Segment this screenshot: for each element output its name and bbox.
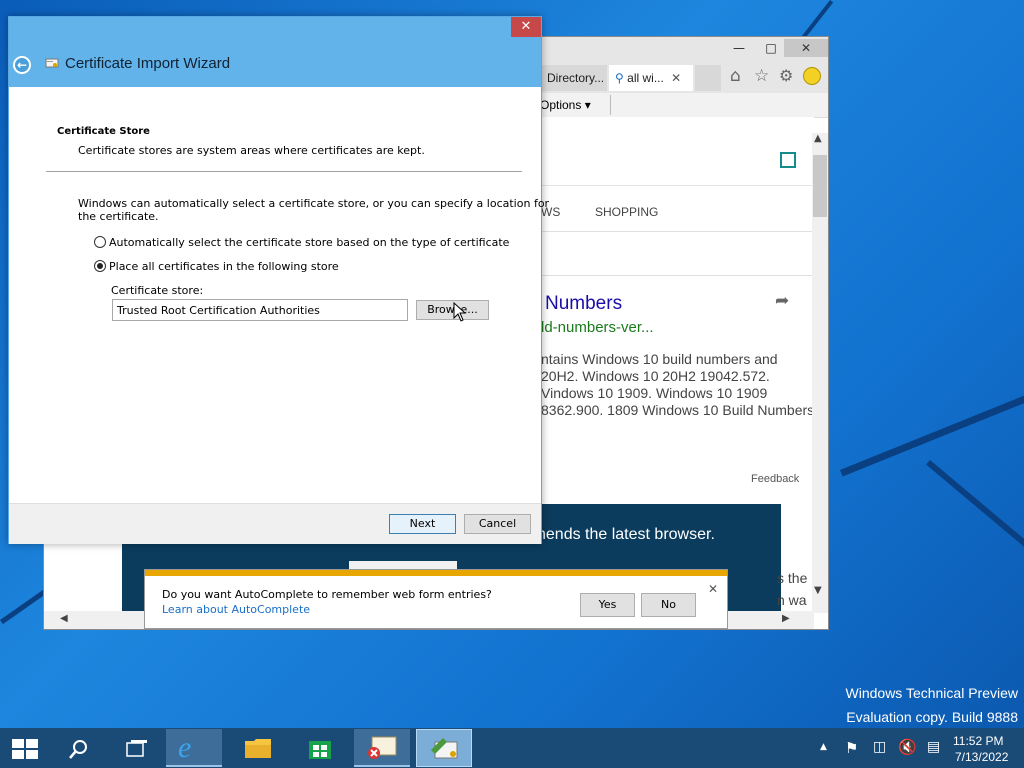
result-url[interactable]: ld-numbers-ver...: [541, 319, 654, 336]
maximize-icon[interactable]: □: [758, 39, 784, 57]
scroll-left-icon[interactable]: ◀: [60, 613, 68, 624]
folder-icon: [245, 739, 271, 758]
nav-shopping[interactable]: SHOPPING: [595, 205, 658, 219]
action-center-flag-icon[interactable]: ⚑: [845, 739, 858, 757]
radio-auto-select[interactable]: [94, 236, 106, 248]
no-button[interactable]: No: [641, 593, 696, 617]
wizard-footer: Next Cancel: [9, 503, 541, 544]
clock-time[interactable]: 11:52 PM: [953, 734, 1003, 748]
autocomplete-notification: Do you want AutoComplete to remember web…: [144, 569, 728, 629]
taskbar-internet-explorer[interactable]: e: [166, 729, 222, 767]
snippet-line: 8362.900. 1809 Windows 10 Build Numbers: [541, 402, 814, 418]
store-icon: [309, 741, 331, 759]
smiley-feedback-icon[interactable]: [803, 67, 821, 85]
scroll-up-icon[interactable]: ▲: [814, 133, 822, 144]
side-text: n wa: [777, 592, 807, 608]
intro-text-line1: Windows can automatically select a certi…: [78, 197, 550, 210]
scroll-right-icon[interactable]: ▶: [782, 613, 790, 624]
windows-start-icon[interactable]: [12, 739, 38, 759]
taskbar: e ▲ ⚑ ◫ 🔇 ▤ 11:52 PM 7/13/2022: [0, 728, 1024, 768]
minimize-icon[interactable]: —: [726, 39, 752, 57]
search-box-area: [541, 125, 814, 186]
radio-place-in-store-label[interactable]: Place all certificates in the following …: [109, 260, 339, 273]
search-icon[interactable]: [68, 738, 90, 760]
tab-all-windows[interactable]: ⚲ all wi... ✕: [609, 65, 693, 91]
certificate-error-icon: [368, 736, 397, 759]
options-menu[interactable]: Options ▾: [540, 98, 591, 112]
taskbar-store[interactable]: [292, 729, 348, 767]
snippet-line: Vindows 10 1909. Windows 10 1909: [541, 385, 768, 401]
divider: [610, 95, 611, 115]
gear-icon[interactable]: ⚙: [779, 66, 793, 85]
tab-label: Directory...: [547, 71, 605, 85]
side-text: s the: [777, 570, 808, 586]
yes-button[interactable]: Yes: [580, 593, 635, 617]
search-icon: ⚲: [615, 71, 624, 85]
certificate-store-field[interactable]: Trusted Root Certification Authorities: [112, 299, 408, 321]
autocomplete-question: Do you want AutoComplete to remember web…: [162, 588, 492, 601]
mouse-cursor-icon: [453, 302, 467, 322]
taskbar-file-explorer[interactable]: [230, 729, 286, 767]
taskbar-certificate-manager[interactable]: [354, 729, 410, 767]
taskbar-certificate-import-wizard[interactable]: [416, 729, 472, 767]
tab-directory[interactable]: Directory...: [541, 65, 607, 91]
notification-accent-bar: [145, 570, 727, 576]
scrollbar-thumb[interactable]: [813, 155, 827, 217]
share-icon[interactable]: ➦: [775, 291, 789, 311]
certificate-wizard-icon: [431, 738, 458, 759]
wizard-header: ✕ ← Certificate Import Wizard: [9, 17, 541, 87]
scroll-down-icon[interactable]: ▼: [814, 585, 822, 596]
snippet-line: 20H2. Windows 10 20H2 19042.572.: [541, 368, 770, 384]
radio-auto-select-label[interactable]: Automatically select the certificate sto…: [109, 236, 509, 249]
close-icon[interactable]: ✕: [708, 582, 718, 596]
wallpaper-ray: [926, 460, 1024, 594]
cancel-button[interactable]: Cancel: [464, 514, 531, 534]
result-title-link[interactable]: Numbers: [545, 293, 622, 315]
divider: [46, 171, 522, 172]
feedback-link[interactable]: Feedback: [751, 473, 799, 485]
notifications-icon[interactable]: ▤: [927, 739, 940, 755]
back-arrow-icon[interactable]: ←: [13, 56, 31, 74]
task-view-icon[interactable]: [126, 739, 148, 759]
learn-autocomplete-link[interactable]: Learn about AutoComplete: [162, 603, 310, 616]
snippet-line: ntains Windows 10 build numbers and: [541, 351, 778, 367]
clock-date[interactable]: 7/13/2022: [955, 750, 1008, 764]
wizard-close-button[interactable]: ✕: [511, 17, 541, 37]
favorites-icon[interactable]: ☆: [754, 66, 769, 86]
next-button[interactable]: Next: [389, 514, 456, 534]
wizard-title: Certificate Import Wizard: [65, 55, 231, 72]
show-hidden-icons[interactable]: ▲: [820, 742, 827, 752]
close-tab-icon[interactable]: ✕: [671, 71, 681, 85]
internet-explorer-icon: e: [178, 731, 192, 764]
ie-close-button[interactable]: ✕: [784, 39, 828, 57]
divider: [541, 275, 814, 276]
new-tab-button[interactable]: [695, 65, 721, 91]
vertical-scrollbar[interactable]: ▲ ▼: [812, 133, 828, 613]
watermark-line1: Windows Technical Preview: [845, 685, 1018, 701]
section-description: Certificate stores are system areas wher…: [78, 144, 425, 157]
certificate-store-value: Trusted Root Certification Authorities: [117, 304, 320, 317]
divider: [541, 231, 814, 232]
radio-place-in-store[interactable]: [94, 260, 106, 272]
volume-muted-icon[interactable]: 🔇: [898, 738, 917, 756]
banner-text: nends the latest browser.: [537, 526, 715, 543]
wizard-body: Certificate Store Certificate stores are…: [9, 87, 549, 503]
network-icon[interactable]: ◫: [873, 739, 886, 755]
home-icon[interactable]: ⌂: [730, 66, 741, 86]
store-label: Certificate store:: [111, 284, 204, 297]
certificate-import-wizard: ✕ ← Certificate Import Wizard Certificat…: [8, 16, 549, 544]
intro-text-line2: the certificate.: [78, 210, 159, 223]
certificate-icon: [45, 58, 59, 68]
watermark-line2: Evaluation copy. Build 9888: [846, 709, 1018, 725]
section-title: Certificate Store: [57, 126, 150, 137]
visual-search-icon[interactable]: [780, 152, 796, 168]
tab-label: all wi...: [627, 71, 664, 85]
